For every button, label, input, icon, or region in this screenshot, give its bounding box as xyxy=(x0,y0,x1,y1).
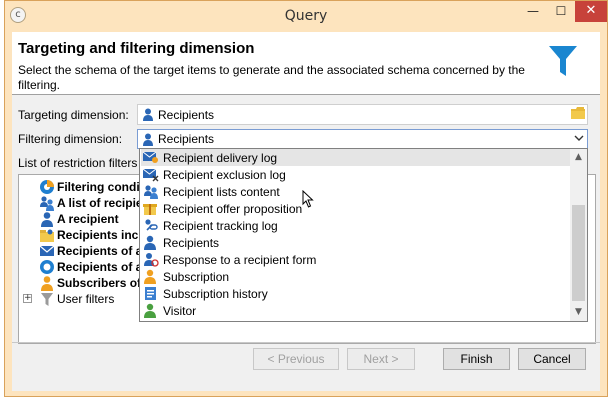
tree-item[interactable]: Recipients of an offer xyxy=(39,259,149,275)
tree-item[interactable]: A recipient xyxy=(39,211,149,227)
tree-item[interactable]: Recipients of a delivery xyxy=(39,243,149,259)
folder-person-icon xyxy=(40,229,54,242)
restriction-filters-label: List of restriction filters xyxy=(18,156,138,170)
tracking-link-icon xyxy=(145,219,158,231)
subscription-person-icon xyxy=(144,269,156,284)
targeting-dimension-field[interactable]: Recipients xyxy=(137,104,588,125)
title-bar[interactable]: c Query — ☐ ✕ xyxy=(5,1,607,31)
mouse-cursor-icon xyxy=(302,190,314,208)
list-item[interactable]: Recipient exclusion log xyxy=(141,166,570,183)
history-doc-icon xyxy=(145,287,156,300)
cancel-button[interactable]: Cancel xyxy=(518,348,586,370)
scroll-up-arrow-icon[interactable]: ▲ xyxy=(570,149,587,166)
dialog-body: Targeting and filtering dimension Select… xyxy=(12,32,600,391)
targeting-dimension-label: Targeting dimension: xyxy=(18,108,129,122)
folder-icon[interactable] xyxy=(571,107,585,119)
targeting-dimension-value: Recipients xyxy=(158,108,215,122)
person-icon xyxy=(143,133,153,146)
finish-button[interactable]: Finish xyxy=(443,348,510,370)
filtering-dimension-value: Recipients xyxy=(158,132,215,146)
envelope-icon xyxy=(39,245,55,256)
group-icon xyxy=(144,185,158,199)
gray-funnel-icon xyxy=(41,293,53,306)
list-item[interactable]: Subscription history xyxy=(141,285,570,302)
page-title: Targeting and filtering dimension xyxy=(18,40,255,57)
person-icon xyxy=(41,212,53,227)
dropdown-scrollbar[interactable]: ▲ ▼ xyxy=(570,149,587,321)
filter-conditions-icon xyxy=(40,180,54,194)
close-button[interactable]: ✕ xyxy=(575,1,607,22)
footer-divider xyxy=(12,342,600,343)
person-icon xyxy=(143,108,153,121)
visitor-icon xyxy=(144,303,156,318)
list-item[interactable]: Visitor xyxy=(141,302,570,319)
tree-item[interactable]: User filters xyxy=(39,291,149,307)
previous-button[interactable]: < Previous xyxy=(253,348,339,370)
tree-expander[interactable]: + xyxy=(23,294,32,303)
list-item[interactable]: Recipients xyxy=(141,234,570,251)
subscriber-icon xyxy=(41,276,53,291)
filtering-dimension-dropdown[interactable]: Recipient delivery log Recipient exclusi… xyxy=(139,148,588,322)
window-title: Query xyxy=(284,8,328,24)
list-item[interactable]: Recipient delivery log xyxy=(141,149,570,166)
chevron-down-icon[interactable] xyxy=(570,130,587,148)
offer-icon xyxy=(40,260,54,274)
list-item[interactable]: Recipient tracking log xyxy=(141,217,570,234)
page-description: Select the schema of the target items to… xyxy=(18,63,525,92)
tree-item[interactable]: A list of recipients xyxy=(39,195,149,211)
tree-item[interactable]: Recipients included xyxy=(39,227,149,243)
scroll-down-arrow-icon[interactable]: ▼ xyxy=(570,304,587,321)
tree-item[interactable]: Filtering conditions xyxy=(39,179,149,195)
list-item[interactable]: Subscription xyxy=(141,268,570,285)
filtering-dimension-select[interactable]: Recipients xyxy=(137,129,588,149)
query-window: c Query — ☐ ✕ Targeting and filtering di… xyxy=(4,0,608,397)
tree-item[interactable]: Subscribers of a service xyxy=(39,275,149,291)
list-item[interactable]: Response to a recipient form xyxy=(141,251,570,268)
filtering-dimension-label: Filtering dimension: xyxy=(18,132,123,146)
scroll-thumb[interactable] xyxy=(572,205,585,301)
group-icon xyxy=(40,196,54,211)
maximize-button[interactable]: ☐ xyxy=(547,1,575,22)
next-button[interactable]: Next > xyxy=(347,348,415,370)
envelope-person-icon xyxy=(143,151,158,163)
list-item[interactable]: Recipient lists content xyxy=(141,183,570,200)
person-at-icon xyxy=(144,253,159,267)
header-divider xyxy=(12,94,600,95)
list-item[interactable]: Recipient offer proposition xyxy=(141,200,570,217)
envelope-cross-icon xyxy=(143,168,159,182)
wizard-header: Targeting and filtering dimension Select… xyxy=(12,32,600,94)
offer-gift-icon xyxy=(143,204,157,215)
person-icon xyxy=(144,235,156,250)
minimize-button[interactable]: — xyxy=(519,1,547,22)
funnel-icon xyxy=(549,46,577,76)
